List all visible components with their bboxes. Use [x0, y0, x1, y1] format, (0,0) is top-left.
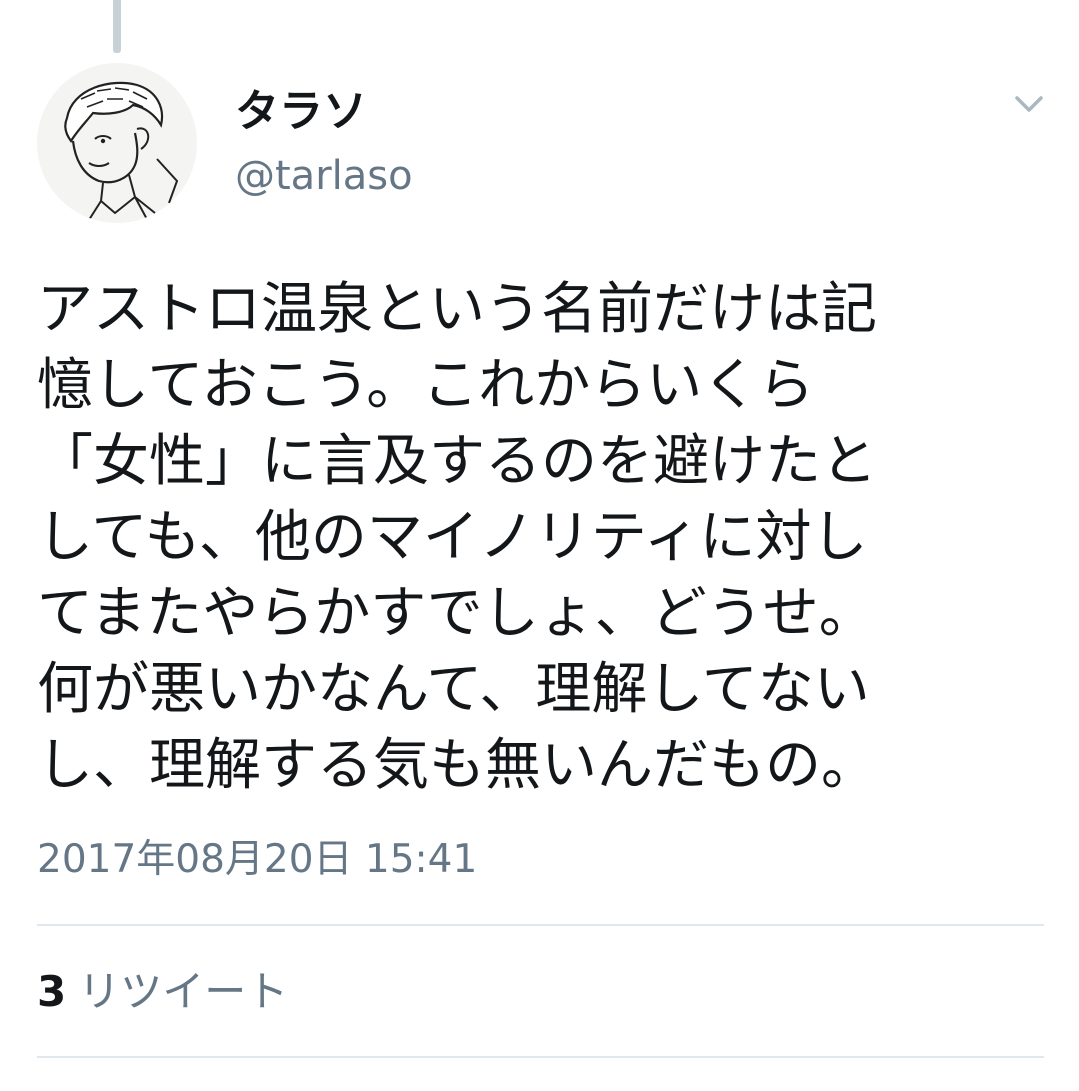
author-handle[interactable]: @tarlaso: [235, 150, 413, 202]
author-avatar[interactable]: [37, 63, 197, 223]
sketch-portrait-icon: [64, 81, 179, 223]
chevron-down-icon: [1015, 96, 1043, 112]
tweet-menu-button[interactable]: [1007, 86, 1051, 122]
author-display-name[interactable]: タラソ: [235, 84, 367, 140]
retweet-stats[interactable]: 3 リツイート: [37, 965, 288, 1019]
divider-top: [37, 924, 1044, 926]
tweet-timestamp[interactable]: 2017年08月20日 15:41: [37, 835, 477, 885]
tweet-body-text: アストロ温泉という名前だけは記 憶しておこう。これからいくら 「女性」に言及する…: [37, 277, 877, 798]
divider-bottom: [37, 1056, 1044, 1058]
thread-connector-line: [113, 0, 121, 53]
retweet-label: リツイート: [78, 967, 289, 1016]
retweet-count: 3: [37, 967, 67, 1016]
